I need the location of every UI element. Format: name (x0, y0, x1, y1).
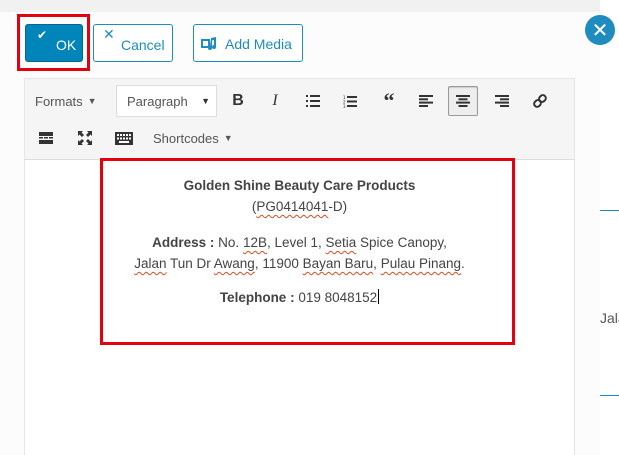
cancel-button-label: Cancel (121, 37, 165, 53)
cancel-button[interactable]: ✕ Cancel (93, 24, 173, 62)
checkmark-icon: ✔ (37, 28, 48, 42)
add-media-button-label: Add Media (225, 36, 292, 52)
link-icon[interactable] (525, 86, 555, 116)
keyboard-icon[interactable] (109, 123, 139, 153)
editor-toolbar: Formats ▼ Paragraph ▼ B I 123 “ Shortcod… (25, 79, 574, 160)
ok-button[interactable]: ✔ OK (25, 24, 83, 62)
background-text-fragment: Jala (600, 310, 619, 326)
chevron-down-icon: ▼ (201, 96, 210, 106)
chevron-down-icon: ▼ (223, 133, 233, 143)
blockquote-icon[interactable]: “ (374, 86, 404, 116)
add-media-icon (201, 37, 216, 50)
close-icon: ✕ (103, 26, 115, 42)
paragraph-label: Paragraph (127, 93, 188, 109)
numbered-list-icon[interactable]: 123 (335, 86, 365, 116)
align-right-icon[interactable] (487, 86, 517, 116)
ok-button-label: OK (56, 37, 77, 53)
shortcodes-dropdown[interactable]: Shortcodes ▼ (153, 123, 243, 153)
shortcodes-label: Shortcodes (153, 130, 219, 146)
divider (600, 395, 619, 396)
italic-icon[interactable]: I (260, 86, 290, 116)
formats-label: Formats (35, 93, 83, 109)
background-right-panel: Jala (600, 0, 619, 455)
align-center-icon[interactable] (448, 86, 478, 116)
add-media-button[interactable]: Add Media (193, 24, 303, 62)
read-more-icon[interactable] (31, 123, 61, 153)
align-left-icon[interactable] (411, 86, 441, 116)
bullet-list-icon[interactable] (298, 86, 328, 116)
bold-icon[interactable]: B (223, 86, 253, 116)
chevron-down-icon: ▼ (87, 96, 97, 106)
divider (600, 210, 619, 211)
content-highlight-box (100, 158, 515, 345)
formats-dropdown[interactable]: Formats ▼ (35, 86, 105, 116)
svg-text:3: 3 (343, 104, 346, 108)
close-icon[interactable]: ✕ (585, 15, 615, 45)
paragraph-select[interactable]: Paragraph ▼ (116, 85, 217, 117)
fullscreen-icon[interactable] (70, 123, 100, 153)
